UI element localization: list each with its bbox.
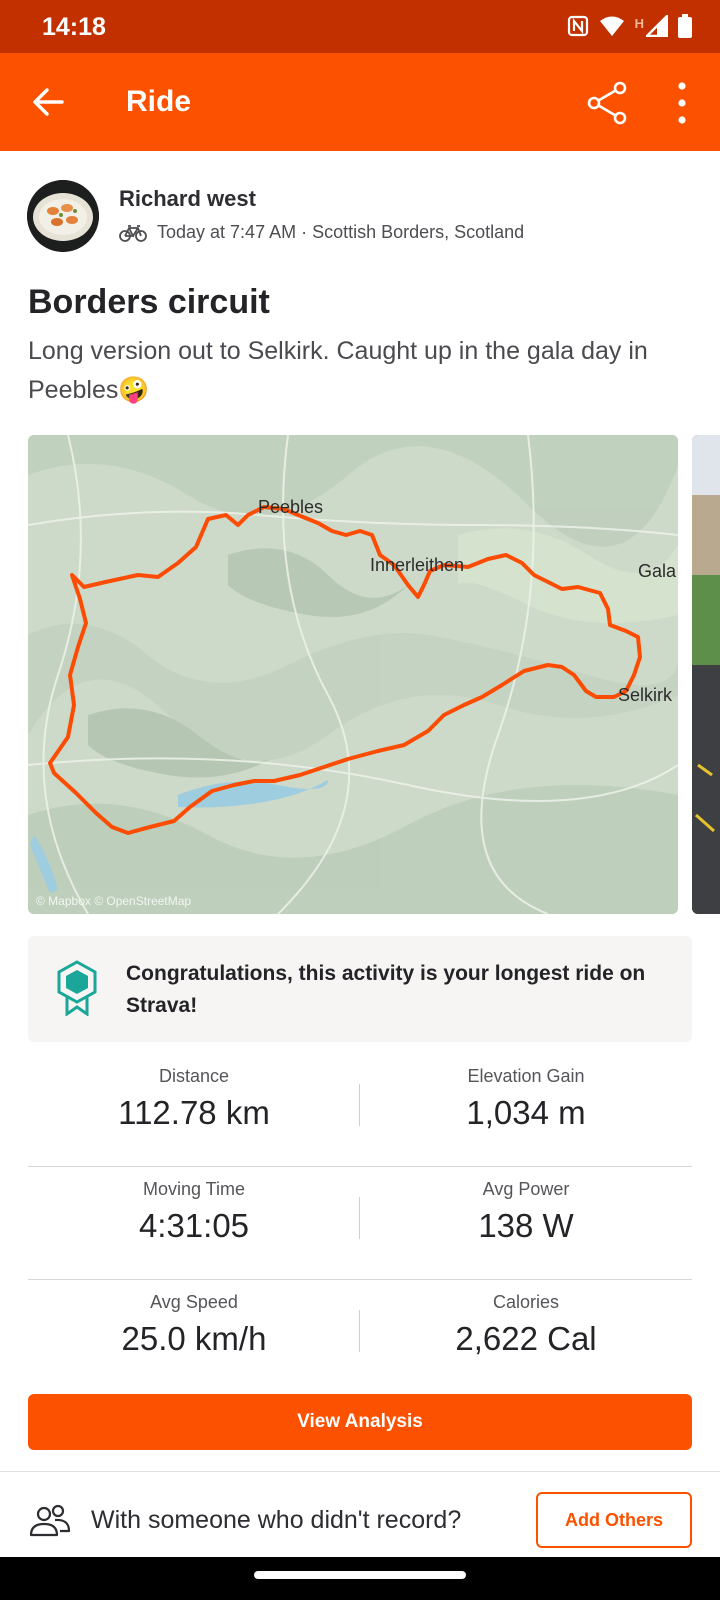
stat-value: 138 W	[478, 1207, 574, 1244]
divider	[0, 1471, 720, 1472]
stat-calories: Calories 2,622 Cal	[360, 1292, 692, 1358]
stat-value: 25.0 km/h	[121, 1320, 267, 1357]
stat-avg-power: Avg Power 138 W	[360, 1179, 692, 1245]
battery-icon	[678, 14, 692, 43]
share-button[interactable]	[586, 81, 628, 125]
stat-distance: Distance 112.78 km	[28, 1066, 360, 1132]
status-icons: H	[567, 13, 692, 43]
stat-label: Moving Time	[142, 1179, 246, 1199]
stat-label: Calories	[492, 1292, 560, 1312]
stat-value: 112.78 km	[118, 1094, 270, 1131]
add-others-button[interactable]: Add Others	[536, 1492, 692, 1548]
stats-row: Distance 112.78 km Elevation Gain 1,034 …	[28, 1054, 692, 1167]
more-options-button[interactable]	[664, 81, 700, 125]
nfc-icon	[567, 15, 589, 42]
achievement-text: Congratulations, this activity is your l…	[126, 962, 646, 1017]
people-icon	[29, 1504, 71, 1537]
athlete-name[interactable]: Richard west	[119, 186, 256, 212]
app-bar: Ride	[0, 53, 720, 151]
stat-label: Distance	[158, 1066, 230, 1086]
more-vertical-icon	[678, 82, 686, 124]
add-others-prompt: With someone who didn't record?	[91, 1506, 462, 1534]
activity-meta-text: Today at 7:47 AM · Scottish Borders, Sco…	[157, 222, 525, 242]
activity-photo-thumbnail[interactable]	[692, 435, 720, 914]
map-label-innerleithen: Innerleithen	[370, 555, 464, 575]
stat-label: Avg Power	[482, 1179, 570, 1199]
map-label-selkirk: Selkirk	[618, 685, 673, 705]
map-label-peebles: Peebles	[258, 497, 323, 517]
avatar[interactable]	[27, 180, 99, 252]
route-map[interactable]: Peebles Innerleithen Gala Selkirk © Mapb…	[28, 435, 678, 914]
network-type-label: H	[634, 16, 644, 31]
stats-grid: Distance 112.78 km Elevation Gain 1,034 …	[28, 1054, 692, 1393]
back-button[interactable]	[28, 81, 70, 123]
map-attribution: © Mapbox © OpenStreetMap	[36, 894, 191, 908]
home-gesture-handle[interactable]	[254, 1571, 466, 1579]
map-label-gala: Gala	[638, 561, 677, 581]
stat-value: 2,622 Cal	[455, 1320, 597, 1357]
stat-moving-time: Moving Time 4:31:05	[28, 1179, 360, 1245]
stat-value: 4:31:05	[138, 1207, 250, 1244]
status-bar: 14:18 H	[0, 0, 720, 53]
stat-elevation-gain: Elevation Gain 1,034 m	[360, 1066, 692, 1132]
stat-label: Elevation Gain	[467, 1066, 585, 1086]
stat-avg-speed: Avg Speed 25.0 km/h	[28, 1292, 360, 1358]
bike-icon	[119, 224, 147, 242]
page-title: Ride	[126, 85, 192, 118]
back-arrow-icon	[33, 88, 64, 116]
achievement-banner[interactable]: Congratulations, this activity is your l…	[28, 936, 692, 1042]
achievement-badge-icon	[57, 960, 97, 1016]
emoji-icon: 🤪	[118, 376, 150, 404]
status-time: 14:18	[42, 13, 106, 41]
share-icon	[587, 81, 627, 125]
view-analysis-button[interactable]: View Analysis	[28, 1394, 692, 1450]
wifi-icon	[599, 15, 625, 42]
stat-value: 1,034 m	[466, 1094, 586, 1131]
activity-title: Borders circuit	[28, 283, 270, 321]
stat-label: Avg Speed	[150, 1292, 238, 1312]
stats-row: Avg Speed 25.0 km/h Calories 2,622 Cal	[28, 1280, 692, 1393]
signal-icon	[644, 13, 669, 42]
activity-description: Long version out to Selkirk. Caught up i…	[28, 332, 698, 410]
stats-row: Moving Time 4:31:05 Avg Power 138 W	[28, 1167, 692, 1280]
activity-meta: Today at 7:47 AM · Scottish Borders, Sco…	[119, 222, 524, 243]
system-nav-bar	[0, 1557, 720, 1600]
